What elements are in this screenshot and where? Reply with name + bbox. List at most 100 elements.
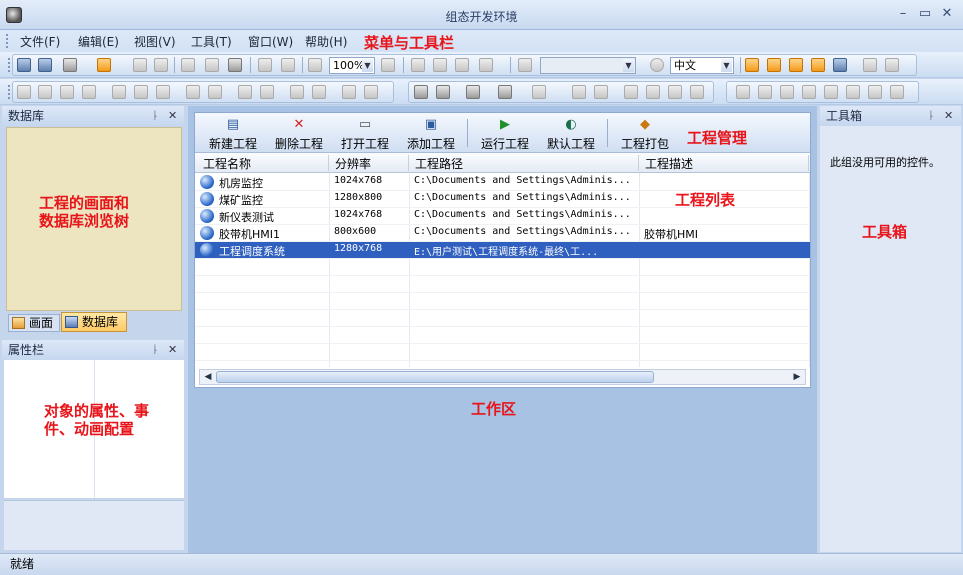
chevron-down-icon[interactable]: ▼ <box>623 59 634 72</box>
layout-icon[interactable] <box>63 58 77 72</box>
zoom-in-icon[interactable] <box>381 58 395 72</box>
distribute-h-icon[interactable] <box>112 85 126 99</box>
rotate-icon[interactable] <box>624 85 638 99</box>
page-icon[interactable] <box>433 58 447 72</box>
edit-icon[interactable] <box>518 58 532 72</box>
space-h-icon[interactable] <box>238 85 252 99</box>
rotate-left-icon[interactable] <box>646 85 660 99</box>
same-size-icon[interactable] <box>156 85 170 99</box>
scroll-left-button[interactable]: ◀ <box>201 371 215 383</box>
flip-h-icon[interactable] <box>342 85 356 99</box>
table-icon[interactable] <box>736 85 750 99</box>
zoom-out-icon[interactable] <box>308 58 322 72</box>
horizontal-scrollbar[interactable]: ◀ ▶ <box>199 369 806 385</box>
pipe-end-icon[interactable] <box>868 85 882 99</box>
open-project-button[interactable]: ▭ 打开工程 <box>337 117 393 151</box>
add-project-button[interactable]: ▣ 添加工程 <box>403 117 459 151</box>
minimize-button[interactable]: – <box>894 6 912 22</box>
close-icon[interactable]: ✕ <box>168 340 177 360</box>
center-h-icon[interactable] <box>290 85 304 99</box>
package-project-button[interactable]: ◆ 工程打包 <box>617 117 673 151</box>
globe-icon[interactable] <box>650 58 664 72</box>
tab-screens[interactable]: 画面 <box>8 314 60 332</box>
bring-front-icon[interactable] <box>186 85 200 99</box>
pipe-t-icon[interactable] <box>802 85 816 99</box>
properties-icon[interactable] <box>789 58 803 72</box>
menu-window[interactable]: 窗口(W) <box>248 33 293 50</box>
column-path[interactable]: 工程路径 <box>409 155 639 171</box>
pipe-y-icon[interactable] <box>824 85 838 99</box>
grid-icon[interactable] <box>498 85 512 99</box>
crop-icon[interactable] <box>690 85 704 99</box>
close-icon[interactable]: ✕ <box>168 106 177 126</box>
pipe-elbow-icon[interactable] <box>846 85 860 99</box>
chevron-down-icon[interactable]: ▼ <box>362 59 373 72</box>
pipe-cross-icon[interactable] <box>890 85 904 99</box>
window-icon[interactable] <box>455 58 469 72</box>
rotate-right-icon[interactable] <box>668 85 682 99</box>
space-v-icon[interactable] <box>260 85 274 99</box>
distribute-v-icon[interactable] <box>134 85 148 99</box>
home-icon[interactable] <box>411 58 425 72</box>
menu-file[interactable]: 文件(F) <box>20 33 60 50</box>
column-description[interactable]: 工程描述 <box>639 155 809 171</box>
run-icon[interactable] <box>479 58 493 72</box>
database-icon[interactable] <box>767 58 781 72</box>
hand-icon[interactable] <box>436 85 450 99</box>
menu-edit[interactable]: 编辑(E) <box>78 33 119 50</box>
pointer-icon[interactable] <box>414 85 428 99</box>
output-icon[interactable] <box>833 58 847 72</box>
undo-icon[interactable] <box>258 58 272 72</box>
font-combo[interactable]: ▼ <box>540 57 636 74</box>
3d-box-icon[interactable] <box>466 85 480 99</box>
language-combo[interactable]: 中文 ▼ <box>670 57 734 74</box>
align-left-icon[interactable] <box>17 85 31 99</box>
restore-button[interactable]: ▭ <box>916 6 934 22</box>
zoom-combo[interactable]: 100% ▼ <box>329 57 375 74</box>
menu-view[interactable]: 视图(V) <box>134 33 176 50</box>
toolbar-grip[interactable] <box>8 85 11 99</box>
close-icon[interactable]: ✕ <box>944 106 953 126</box>
pin-icon[interactable]: ᚿ <box>928 106 935 126</box>
copy-icon[interactable] <box>205 58 219 72</box>
table-row[interactable]: 工程调度系统 1280x768 E:\用户测试\工程调度系统-最终\工... <box>195 242 810 259</box>
table-row[interactable]: 新仪表测试 1024x768 C:\Documents and Settings\A… <box>195 208 810 225</box>
default-project-button[interactable]: ◐ 默认工程 <box>543 117 599 151</box>
save-all-icon[interactable] <box>154 58 168 72</box>
scroll-thumb[interactable] <box>216 371 654 383</box>
matrix-icon[interactable] <box>758 85 772 99</box>
save-icon[interactable] <box>133 58 147 72</box>
database-tree[interactable]: 工程的画面和 数据库浏览树 <box>6 127 182 311</box>
menu-tools[interactable]: 工具(T) <box>191 33 232 50</box>
unlock-icon[interactable] <box>885 58 899 72</box>
run-project-button[interactable]: ▶ 运行工程 <box>477 117 533 151</box>
pipe-icon[interactable] <box>780 85 794 99</box>
pin-icon[interactable]: ᚿ <box>152 106 159 126</box>
cube-icon[interactable] <box>532 85 546 99</box>
tab-database[interactable]: 数据库 <box>61 312 127 332</box>
pin-icon[interactable]: ᚿ <box>152 340 159 360</box>
chevron-down-icon[interactable]: ▼ <box>721 59 732 72</box>
group-icon[interactable] <box>572 85 586 99</box>
close-button[interactable]: ✕ <box>938 6 956 22</box>
flip-v-icon[interactable] <box>364 85 378 99</box>
new-item-icon[interactable] <box>38 58 52 72</box>
send-back-icon[interactable] <box>208 85 222 99</box>
open-folder-icon[interactable] <box>97 58 111 72</box>
lock-icon[interactable] <box>863 58 877 72</box>
delete-project-button[interactable]: ✕ 删除工程 <box>271 117 327 151</box>
tools-icon[interactable] <box>811 58 825 72</box>
align-right-icon[interactable] <box>38 85 52 99</box>
new-file-icon[interactable] <box>17 58 31 72</box>
align-top-icon[interactable] <box>60 85 74 99</box>
scroll-right-button[interactable]: ▶ <box>790 371 804 383</box>
new-project-button[interactable]: ▤ 新建工程 <box>205 117 261 151</box>
properties-grid[interactable]: 对象的属性、事 件、动画配置 <box>4 360 184 498</box>
cut-icon[interactable] <box>181 58 195 72</box>
paste-icon[interactable] <box>228 58 242 72</box>
column-resolution[interactable]: 分辨率 <box>329 155 409 171</box>
table-row[interactable]: 胶带机HMI1 800x600 C:\Documents and Settings\… <box>195 225 810 242</box>
project-manager-icon[interactable] <box>745 58 759 72</box>
menu-grip[interactable] <box>6 34 9 48</box>
menu-help[interactable]: 帮助(H) <box>305 33 347 50</box>
